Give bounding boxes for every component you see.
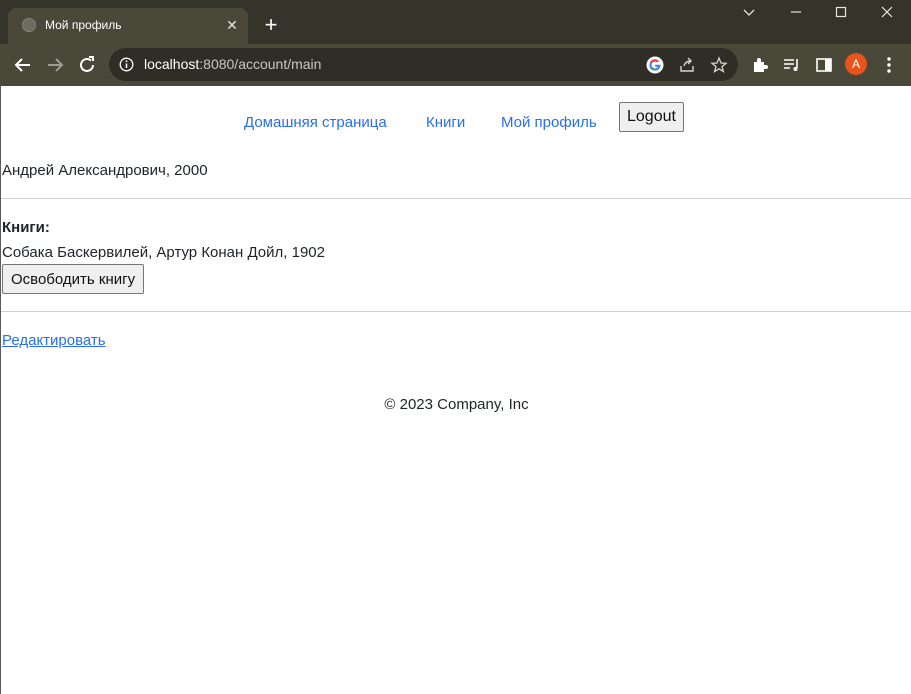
media-queue-icon[interactable] xyxy=(782,55,802,75)
nav-link-profile[interactable]: Мой профиль xyxy=(501,114,597,131)
bookmark-star-icon[interactable] xyxy=(710,56,728,74)
logout-button[interactable]: Logout xyxy=(619,102,684,132)
share-icon[interactable] xyxy=(678,56,696,74)
tab-search-chevron-icon[interactable] xyxy=(739,6,759,26)
footer-copyright: © 2023 Company, Inc xyxy=(384,396,529,413)
browser-window: Мой профиль ✕ + localhost:8080/account/m… xyxy=(0,0,911,694)
maximize-icon[interactable] xyxy=(831,6,851,26)
browser-toolbar: localhost:8080/account/main A xyxy=(0,44,911,86)
owner-info: Андрей Александрович, 2000 xyxy=(2,162,208,179)
side-panel-icon[interactable] xyxy=(814,55,834,75)
book-item: Собака Баскервилей, Артур Конан Дойл, 19… xyxy=(2,244,325,261)
url-text[interactable]: localhost:8080/account/main xyxy=(144,56,321,72)
address-bar[interactable]: localhost:8080/account/main xyxy=(109,48,738,81)
google-lens-icon[interactable] xyxy=(646,56,664,74)
divider xyxy=(1,198,911,199)
nav-link-books[interactable]: Книги xyxy=(426,114,465,131)
menu-kebab-icon[interactable] xyxy=(879,55,899,75)
browser-tab[interactable]: Мой профиль ✕ xyxy=(8,8,248,44)
forward-arrow-icon[interactable] xyxy=(44,54,66,76)
minimize-icon[interactable] xyxy=(786,6,806,26)
close-window-icon[interactable] xyxy=(877,6,897,26)
profile-avatar[interactable]: A xyxy=(845,53,867,75)
extensions-puzzle-icon[interactable] xyxy=(750,55,770,75)
title-bar: Мой профиль ✕ + xyxy=(0,0,911,44)
divider xyxy=(1,311,911,312)
reload-icon[interactable] xyxy=(76,54,98,76)
edit-link[interactable]: Редактировать xyxy=(2,332,106,349)
nav-link-home[interactable]: Домашняя страница xyxy=(244,114,387,131)
release-book-button[interactable]: Освободить книгу xyxy=(2,264,145,294)
site-info-icon[interactable] xyxy=(119,57,134,72)
tab-close-icon[interactable]: ✕ xyxy=(224,17,240,33)
books-heading: Книги: xyxy=(2,219,50,236)
new-tab-icon[interactable]: + xyxy=(260,14,282,36)
back-arrow-icon[interactable] xyxy=(12,54,34,76)
globe-icon xyxy=(22,18,36,32)
tab-title: Мой профиль xyxy=(45,18,122,32)
page-content: Домашняя страница Книги Мой профиль Logo… xyxy=(0,86,911,694)
